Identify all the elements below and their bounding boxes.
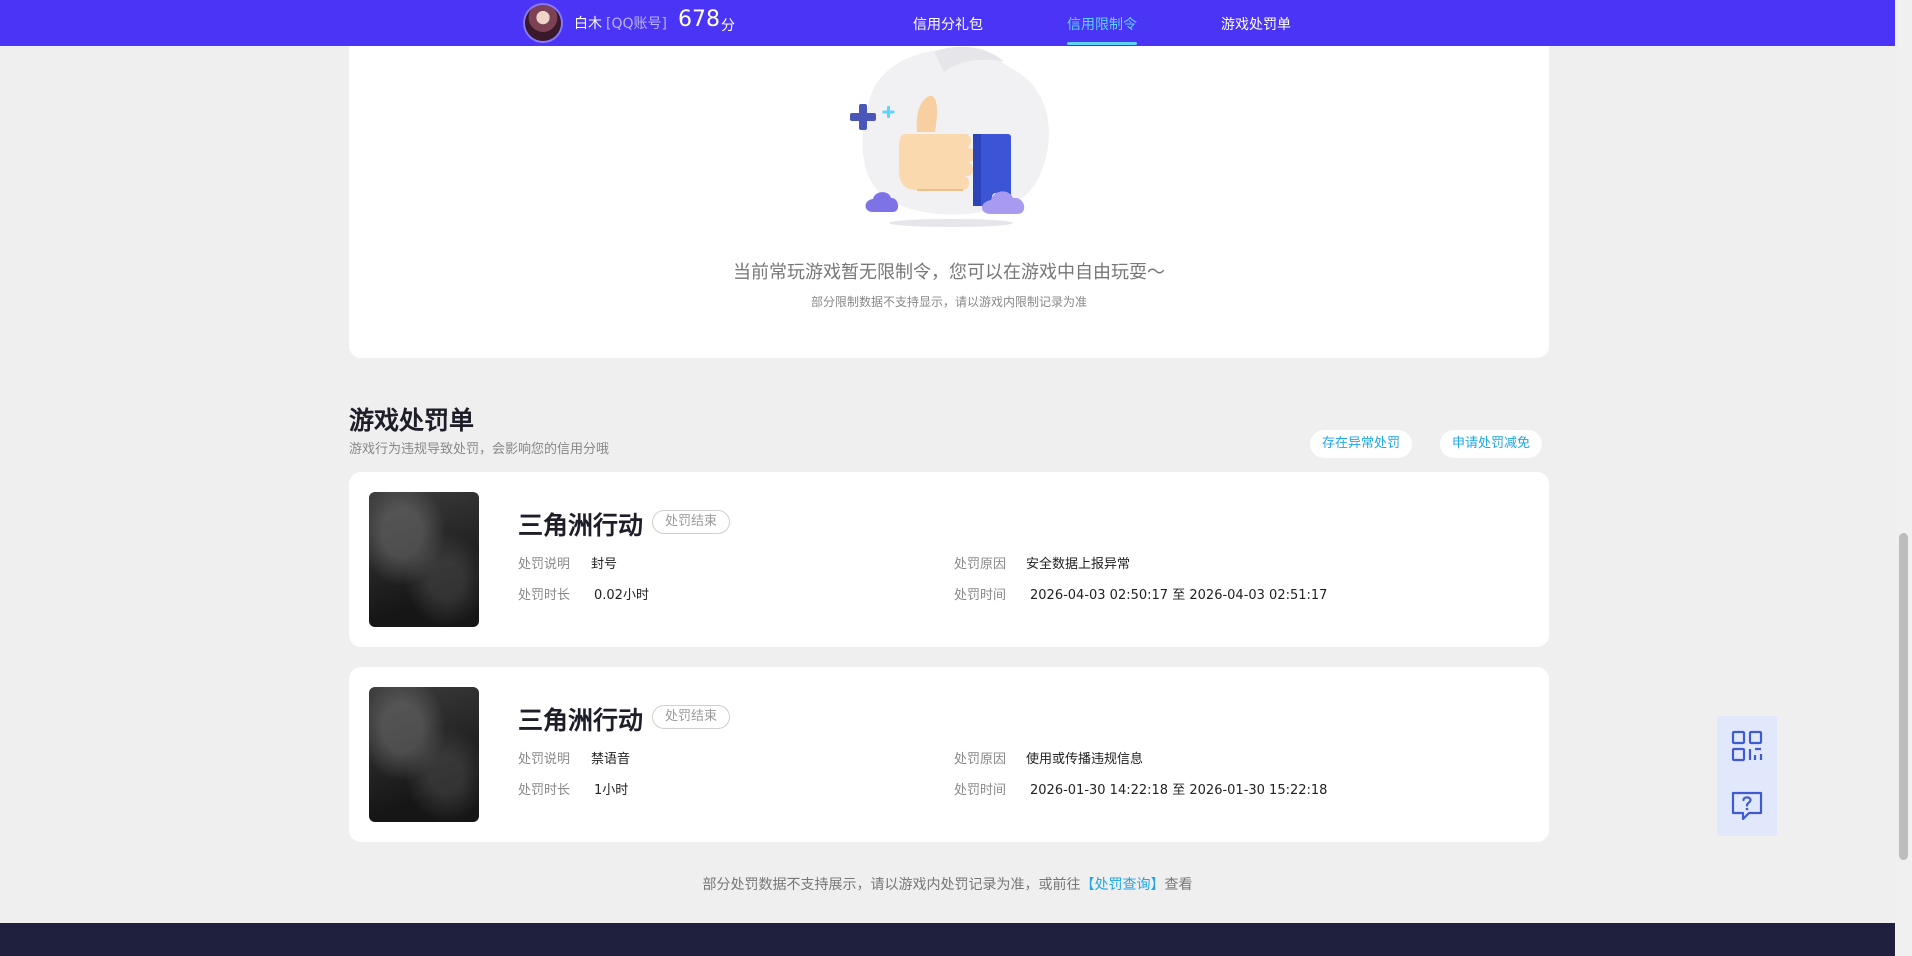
active-tab-indicator — [1067, 42, 1137, 45]
game-cover-image — [369, 687, 479, 822]
nav-game-penalty[interactable]: 游戏处罚单 — [1221, 14, 1291, 34]
penalty-duration-label: 处罚时长 — [518, 588, 571, 603]
penalty-status-badge: 处罚结束 — [652, 705, 731, 729]
qr-code-button[interactable] — [1717, 716, 1777, 776]
penalty-record: 三角洲行动 处罚结束 处罚说明 封号 处罚时长 0.02小时 处罚原因 安全数据… — [349, 472, 1549, 647]
penalty-desc-value: 封号 — [591, 557, 618, 572]
game-name: 三角洲行动 — [518, 706, 644, 735]
nav-credit-restriction[interactable]: 信用限制令 — [1067, 14, 1137, 34]
penalty-duration-label: 处罚时长 — [518, 783, 571, 798]
game-name: 三角洲行动 — [518, 511, 644, 540]
penalty-footer-note: 部分处罚数据不支持展示，请以游戏内处罚记录为准，或前往【处罚查询】查看 — [0, 874, 1895, 894]
username: 白木 [QQ账号] — [574, 13, 667, 33]
penalty-time-start: 2026-04-03 02:50:17 — [1030, 588, 1169, 603]
penalty-reason-value: 安全数据上报异常 — [1026, 557, 1131, 572]
penalty-reason-value: 使用或传播违规信息 — [1026, 752, 1144, 767]
avatar[interactable] — [525, 5, 561, 41]
penalty-reason-label: 处罚原因 — [954, 557, 1007, 572]
penalty-desc-label: 处罚说明 — [518, 752, 571, 767]
nav-credit-gift[interactable]: 信用分礼包 — [913, 14, 983, 34]
penalty-desc-value: 禁语音 — [591, 752, 631, 767]
credit-score-unit: 分 — [721, 18, 735, 34]
credit-score: 678 — [678, 7, 720, 32]
penalty-record: 三角洲行动 处罚结束 处罚说明 禁语音 处罚时长 1小时 处罚原因 使用或传播违… — [349, 667, 1549, 842]
penalty-time-separator: 至 — [1172, 588, 1186, 603]
penalty-duration-value: 1小时 — [594, 783, 629, 798]
penalty-status-badge: 处罚结束 — [652, 510, 731, 534]
restriction-status-card: 当前常玩游戏暂无限制令，您可以在游戏中自由玩耍～ 部分限制数据不支持显示，请以游… — [349, 20, 1549, 358]
footer-note-text: 部分处罚数据不支持展示，请以游戏内处罚记录为准，或前往 — [702, 877, 1081, 893]
penalty-time-start: 2026-01-30 14:22:18 — [1030, 783, 1169, 798]
username-text: 白木 — [574, 16, 602, 32]
account-type: [QQ账号] — [606, 16, 667, 32]
apply-penalty-reduction-button[interactable]: 申请处罚减免 — [1440, 430, 1543, 458]
penalty-desc-label: 处罚说明 — [518, 557, 571, 572]
penalty-time-label: 处罚时间 — [954, 783, 1007, 798]
footer-note-suffix: 查看 — [1164, 877, 1193, 893]
game-cover-image — [369, 492, 479, 627]
report-abnormal-penalty-button[interactable]: 存在异常处罚 — [1310, 430, 1413, 458]
penalty-time-separator: 至 — [1172, 783, 1186, 798]
penalty-time-end: 2026-04-03 02:51:17 — [1189, 588, 1328, 603]
penalty-time-label: 处罚时间 — [954, 588, 1007, 603]
page-footer-bar — [0, 923, 1895, 956]
penalty-time-value: 2026-04-03 02:50:17 至 2026-04-03 02:51:1… — [1030, 584, 1327, 603]
restriction-status-message: 当前常玩游戏暂无限制令，您可以在游戏中自由玩耍～ — [733, 262, 1165, 283]
penalty-reason-label: 处罚原因 — [954, 752, 1007, 767]
penalty-section-title: 游戏处罚单 — [349, 406, 475, 435]
top-nav-bar: 白木 [QQ账号] 678 分 信用分礼包 信用限制令 游戏处罚单 — [0, 0, 1895, 46]
penalty-section-desc: 游戏行为违规导致处罚，会影响您的信用分哦 — [349, 442, 610, 457]
penalty-query-link[interactable]: 【处罚查询】 — [1081, 877, 1165, 893]
penalty-time-value: 2026-01-30 14:22:18 至 2026-01-30 15:22:1… — [1030, 779, 1327, 798]
qr-code-icon — [1731, 730, 1763, 762]
penalty-time-end: 2026-01-30 15:22:18 — [1189, 783, 1328, 798]
thumbs-up-illustration — [850, 46, 1049, 227]
restriction-status-note: 部分限制数据不支持显示，请以游戏内限制记录为准 — [810, 295, 1087, 309]
scrollbar-thumb[interactable] — [1899, 533, 1908, 860]
question-chat-icon — [1731, 791, 1763, 821]
penalty-duration-value: 0.02小时 — [594, 588, 649, 603]
help-feedback-button[interactable] — [1717, 776, 1777, 836]
